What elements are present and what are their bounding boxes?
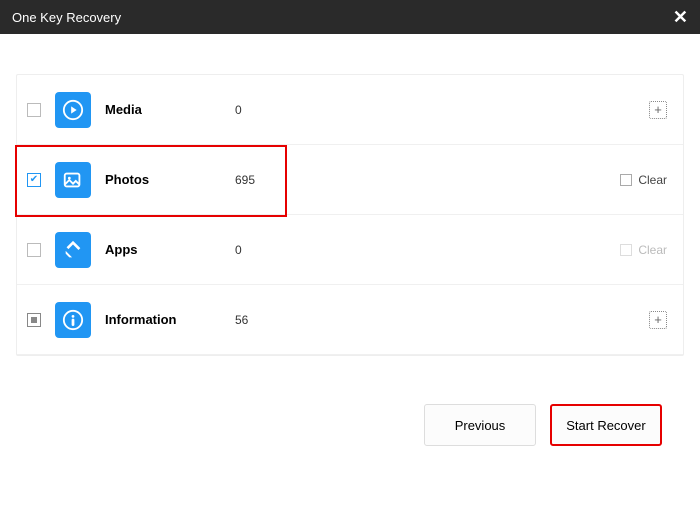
- clear-checkbox-icon: [620, 244, 632, 256]
- category-count: 695: [235, 173, 295, 187]
- category-row-apps[interactable]: Apps 0 Clear: [17, 215, 683, 285]
- content-area: Media 0 + ✔ Photos 695 Clear Apps: [0, 34, 700, 478]
- window-title: One Key Recovery: [12, 10, 121, 25]
- category-row-photos[interactable]: ✔ Photos 695 Clear: [17, 145, 683, 215]
- close-icon[interactable]: ✕: [673, 7, 688, 28]
- photo-icon: [55, 162, 91, 198]
- category-count: 56: [235, 313, 295, 327]
- info-icon: [55, 302, 91, 338]
- category-label: Information: [105, 312, 235, 327]
- previous-button[interactable]: Previous: [424, 404, 536, 446]
- checkbox-information[interactable]: [27, 313, 41, 327]
- category-row-information[interactable]: Information 56 +: [17, 285, 683, 355]
- footer: Previous Start Recover: [16, 388, 684, 462]
- category-count: 0: [235, 103, 295, 117]
- category-label: Photos: [105, 172, 235, 187]
- category-count: 0: [235, 243, 295, 257]
- clear-button[interactable]: Clear: [620, 173, 667, 187]
- category-row-media[interactable]: Media 0 +: [17, 75, 683, 145]
- clear-button-disabled: Clear: [620, 243, 667, 257]
- expand-button[interactable]: +: [649, 101, 667, 119]
- expand-button[interactable]: +: [649, 311, 667, 329]
- category-list: Media 0 + ✔ Photos 695 Clear Apps: [16, 74, 684, 356]
- start-recover-button[interactable]: Start Recover: [550, 404, 662, 446]
- play-icon: [55, 92, 91, 128]
- category-label: Media: [105, 102, 235, 117]
- clear-checkbox-icon: [620, 174, 632, 186]
- checkbox-apps[interactable]: [27, 243, 41, 257]
- category-label: Apps: [105, 242, 235, 257]
- titlebar: One Key Recovery ✕: [0, 0, 700, 34]
- apps-icon: [55, 232, 91, 268]
- checkbox-photos[interactable]: ✔: [27, 173, 41, 187]
- checkbox-media[interactable]: [27, 103, 41, 117]
